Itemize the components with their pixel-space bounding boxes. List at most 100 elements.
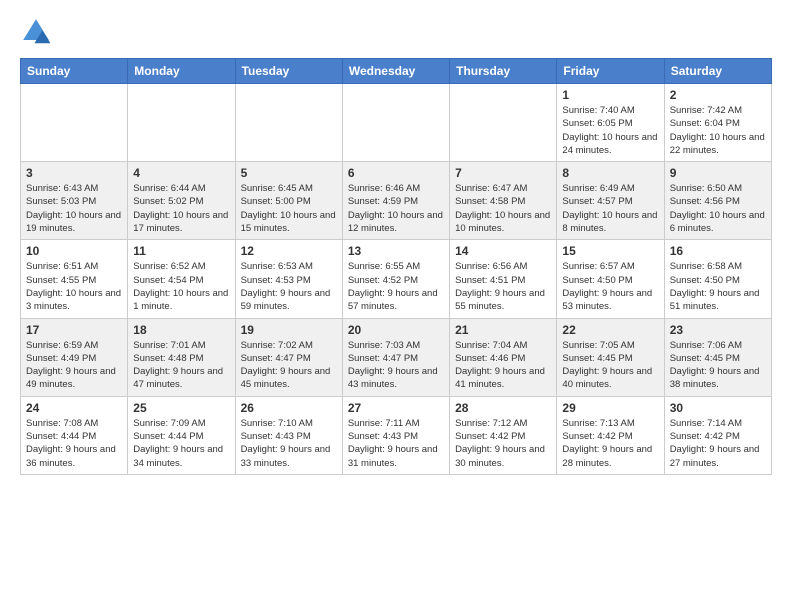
day-number: 21	[455, 323, 551, 337]
day-info: Sunrise: 7:04 AM Sunset: 4:46 PM Dayligh…	[455, 339, 551, 392]
day-cell: 18 Sunrise: 7:01 AM Sunset: 4:48 PM Dayli…	[128, 318, 235, 396]
day-number: 8	[562, 166, 658, 180]
col-header-wednesday: Wednesday	[342, 59, 449, 84]
day-number: 7	[455, 166, 551, 180]
day-cell: 30Sunrise: 7:14 AM Sunset: 4:42 PM Dayli…	[664, 396, 771, 474]
calendar-table: SundayMondayTuesdayWednesdayThursdayFrid…	[20, 58, 772, 475]
day-cell	[450, 84, 557, 162]
col-header-saturday: Saturday	[664, 59, 771, 84]
day-number: 2	[670, 88, 766, 102]
day-info: Sunrise: 6:52 AM Sunset: 4:54 PM Dayligh…	[133, 260, 229, 313]
day-number: 24	[26, 401, 122, 415]
day-info: Sunrise: 7:14 AM Sunset: 4:42 PM Dayligh…	[670, 417, 766, 470]
week-row-3: 17 Sunrise: 6:59 AM Sunset: 4:49 PM Dayli…	[21, 318, 772, 396]
day-cell: 12Sunrise: 6:53 AM Sunset: 4:53 PM Dayli…	[235, 240, 342, 318]
day-cell	[342, 84, 449, 162]
day-info: Sunrise: 6:49 AM Sunset: 4:57 PM Dayligh…	[562, 182, 658, 235]
header	[20, 16, 772, 48]
day-info: Sunrise: 6:47 AM Sunset: 4:58 PM Dayligh…	[455, 182, 551, 235]
day-info: Sunrise: 6:57 AM Sunset: 4:50 PM Dayligh…	[562, 260, 658, 313]
day-number: 28	[455, 401, 551, 415]
day-number: 3	[26, 166, 122, 180]
day-cell: 27 Sunrise: 7:11 AM Sunset: 4:43 PM Dayli…	[342, 396, 449, 474]
day-info: Sunrise: 7:12 AM Sunset: 4:42 PM Dayligh…	[455, 417, 551, 470]
day-cell: 16 Sunrise: 6:58 AM Sunset: 4:50 PM Dayli…	[664, 240, 771, 318]
day-number: 29	[562, 401, 658, 415]
day-info: Sunrise: 6:55 AM Sunset: 4:52 PM Dayligh…	[348, 260, 444, 313]
day-number: 16	[670, 244, 766, 258]
day-number: 26	[241, 401, 337, 415]
day-number: 5	[241, 166, 337, 180]
day-info: Sunrise: 7:42 AM Sunset: 6:04 PM Dayligh…	[670, 104, 766, 157]
col-header-sunday: Sunday	[21, 59, 128, 84]
col-header-thursday: Thursday	[450, 59, 557, 84]
day-info: Sunrise: 7:10 AM Sunset: 4:43 PM Dayligh…	[241, 417, 337, 470]
day-cell: 8 Sunrise: 6:49 AM Sunset: 4:57 PM Daylig…	[557, 162, 664, 240]
day-info: Sunrise: 7:01 AM Sunset: 4:48 PM Dayligh…	[133, 339, 229, 392]
day-number: 4	[133, 166, 229, 180]
week-row-1: 3 Sunrise: 6:43 AM Sunset: 5:03 PM Daylig…	[21, 162, 772, 240]
day-info: Sunrise: 7:09 AM Sunset: 4:44 PM Dayligh…	[133, 417, 229, 470]
day-cell: 4 Sunrise: 6:44 AM Sunset: 5:02 PM Daylig…	[128, 162, 235, 240]
day-cell: 20 Sunrise: 7:03 AM Sunset: 4:47 PM Dayli…	[342, 318, 449, 396]
day-number: 18	[133, 323, 229, 337]
week-row-2: 10 Sunrise: 6:51 AM Sunset: 4:55 PM Dayli…	[21, 240, 772, 318]
week-row-4: 24 Sunrise: 7:08 AM Sunset: 4:44 PM Dayli…	[21, 396, 772, 474]
day-cell: 5 Sunrise: 6:45 AM Sunset: 5:00 PM Daylig…	[235, 162, 342, 240]
day-info: Sunrise: 7:08 AM Sunset: 4:44 PM Dayligh…	[26, 417, 122, 470]
day-cell: 3 Sunrise: 6:43 AM Sunset: 5:03 PM Daylig…	[21, 162, 128, 240]
day-number: 15	[562, 244, 658, 258]
day-number: 12	[241, 244, 337, 258]
day-info: Sunrise: 6:45 AM Sunset: 5:00 PM Dayligh…	[241, 182, 337, 235]
day-info: Sunrise: 6:58 AM Sunset: 4:50 PM Dayligh…	[670, 260, 766, 313]
page: SundayMondayTuesdayWednesdayThursdayFrid…	[0, 0, 792, 485]
day-number: 22	[562, 323, 658, 337]
logo	[20, 16, 56, 48]
day-cell: 28 Sunrise: 7:12 AM Sunset: 4:42 PM Dayli…	[450, 396, 557, 474]
day-number: 13	[348, 244, 444, 258]
day-info: Sunrise: 6:43 AM Sunset: 5:03 PM Dayligh…	[26, 182, 122, 235]
day-cell: 21 Sunrise: 7:04 AM Sunset: 4:46 PM Dayli…	[450, 318, 557, 396]
day-cell: 22 Sunrise: 7:05 AM Sunset: 4:45 PM Dayli…	[557, 318, 664, 396]
day-cell: 29 Sunrise: 7:13 AM Sunset: 4:42 PM Dayli…	[557, 396, 664, 474]
day-number: 10	[26, 244, 122, 258]
day-cell: 14Sunrise: 6:56 AM Sunset: 4:51 PM Dayli…	[450, 240, 557, 318]
day-info: Sunrise: 7:13 AM Sunset: 4:42 PM Dayligh…	[562, 417, 658, 470]
day-number: 27	[348, 401, 444, 415]
day-number: 19	[241, 323, 337, 337]
day-info: Sunrise: 7:02 AM Sunset: 4:47 PM Dayligh…	[241, 339, 337, 392]
day-cell: 15 Sunrise: 6:57 AM Sunset: 4:50 PM Dayli…	[557, 240, 664, 318]
day-info: Sunrise: 7:03 AM Sunset: 4:47 PM Dayligh…	[348, 339, 444, 392]
day-number: 14	[455, 244, 551, 258]
day-info: Sunrise: 6:44 AM Sunset: 5:02 PM Dayligh…	[133, 182, 229, 235]
day-info: Sunrise: 7:11 AM Sunset: 4:43 PM Dayligh…	[348, 417, 444, 470]
day-info: Sunrise: 6:46 AM Sunset: 4:59 PM Dayligh…	[348, 182, 444, 235]
day-cell: 1 Sunrise: 7:40 AM Sunset: 6:05 PM Daylig…	[557, 84, 664, 162]
day-cell: 6 Sunrise: 6:46 AM Sunset: 4:59 PM Daylig…	[342, 162, 449, 240]
day-info: Sunrise: 7:06 AM Sunset: 4:45 PM Dayligh…	[670, 339, 766, 392]
day-info: Sunrise: 6:51 AM Sunset: 4:55 PM Dayligh…	[26, 260, 122, 313]
day-number: 17	[26, 323, 122, 337]
day-number: 23	[670, 323, 766, 337]
day-cell: 11Sunrise: 6:52 AM Sunset: 4:54 PM Dayli…	[128, 240, 235, 318]
day-number: 20	[348, 323, 444, 337]
day-info: Sunrise: 7:40 AM Sunset: 6:05 PM Dayligh…	[562, 104, 658, 157]
day-info: Sunrise: 7:05 AM Sunset: 4:45 PM Dayligh…	[562, 339, 658, 392]
day-cell: 7 Sunrise: 6:47 AM Sunset: 4:58 PM Daylig…	[450, 162, 557, 240]
day-number: 25	[133, 401, 229, 415]
day-number: 9	[670, 166, 766, 180]
header-row: SundayMondayTuesdayWednesdayThursdayFrid…	[21, 59, 772, 84]
day-cell: 23 Sunrise: 7:06 AM Sunset: 4:45 PM Dayli…	[664, 318, 771, 396]
day-cell	[21, 84, 128, 162]
day-cell	[128, 84, 235, 162]
day-cell: 19 Sunrise: 7:02 AM Sunset: 4:47 PM Dayli…	[235, 318, 342, 396]
day-info: Sunrise: 6:59 AM Sunset: 4:49 PM Dayligh…	[26, 339, 122, 392]
col-header-friday: Friday	[557, 59, 664, 84]
day-cell: 10 Sunrise: 6:51 AM Sunset: 4:55 PM Dayli…	[21, 240, 128, 318]
day-number: 1	[562, 88, 658, 102]
day-cell: 26 Sunrise: 7:10 AM Sunset: 4:43 PM Dayli…	[235, 396, 342, 474]
day-cell: 2 Sunrise: 7:42 AM Sunset: 6:04 PM Daylig…	[664, 84, 771, 162]
day-number: 6	[348, 166, 444, 180]
day-cell: 24 Sunrise: 7:08 AM Sunset: 4:44 PM Dayli…	[21, 396, 128, 474]
col-header-tuesday: Tuesday	[235, 59, 342, 84]
